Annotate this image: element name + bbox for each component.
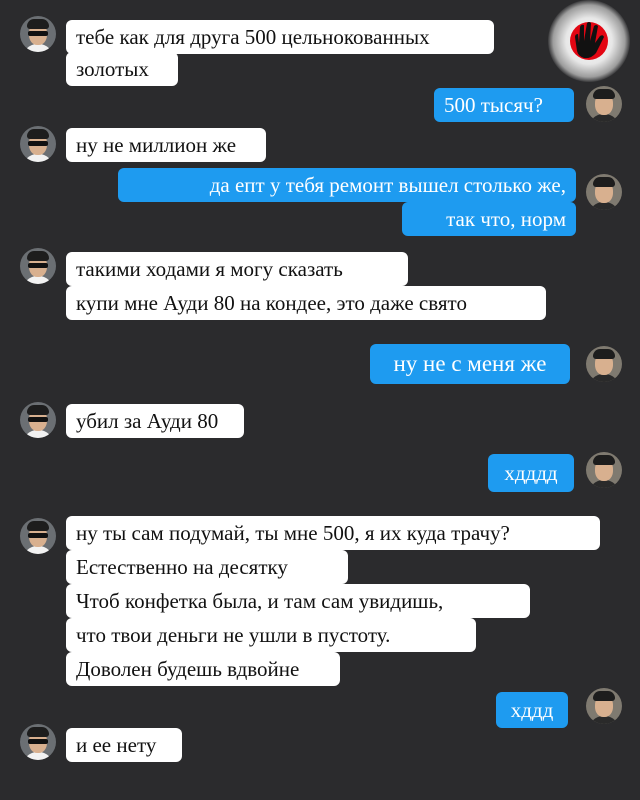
avatar-contact[interactable] (20, 402, 56, 438)
hand-stop-icon (548, 0, 630, 82)
incoming-message-line: Естественно на десятку (66, 550, 348, 584)
avatar-contact[interactable] (20, 248, 56, 284)
avatar-user[interactable] (586, 86, 622, 122)
avatar-user[interactable] (586, 452, 622, 488)
outgoing-message-line: 500 тысяч? (434, 88, 574, 122)
incoming-message-line: золотых (66, 52, 178, 86)
outgoing-message-line: хддд (496, 692, 568, 728)
incoming-message-line: такими ходами я могу сказать (66, 252, 408, 286)
incoming-message-line: и ее нету (66, 728, 182, 762)
outgoing-message-line: хдддд (488, 454, 574, 492)
avatar-user[interactable] (586, 174, 622, 210)
outgoing-message-line: да епт у тебя ремонт вышел столько же, (118, 168, 576, 202)
avatar-contact[interactable] (20, 16, 56, 52)
avatar-user[interactable] (586, 688, 622, 724)
incoming-message-line: Чтоб конфетка была, и там сам увидишь, (66, 584, 530, 618)
outgoing-message-line: ну не с меня же (370, 344, 570, 384)
incoming-message-line: Доволен будешь вдвойне (66, 652, 340, 686)
avatar-contact[interactable] (20, 518, 56, 554)
incoming-message-line: ну ты сам подумай, ты мне 500, я их куда… (66, 516, 600, 550)
outgoing-message-line: так что, норм (402, 202, 576, 236)
incoming-message-line: ну не миллион же (66, 128, 266, 162)
incoming-message-line: купи мне Ауди 80 на кондее, это даже свя… (66, 286, 546, 320)
avatar-contact[interactable] (20, 126, 56, 162)
avatar-user[interactable] (586, 346, 622, 382)
avatar-contact[interactable] (20, 724, 56, 760)
incoming-message-line: что твои деньги не ушли в пустоту. (66, 618, 476, 652)
incoming-message-line: тебе как для друга 500 цельнокованных (66, 20, 494, 54)
incoming-message-line: убил за Ауди 80 (66, 404, 244, 438)
